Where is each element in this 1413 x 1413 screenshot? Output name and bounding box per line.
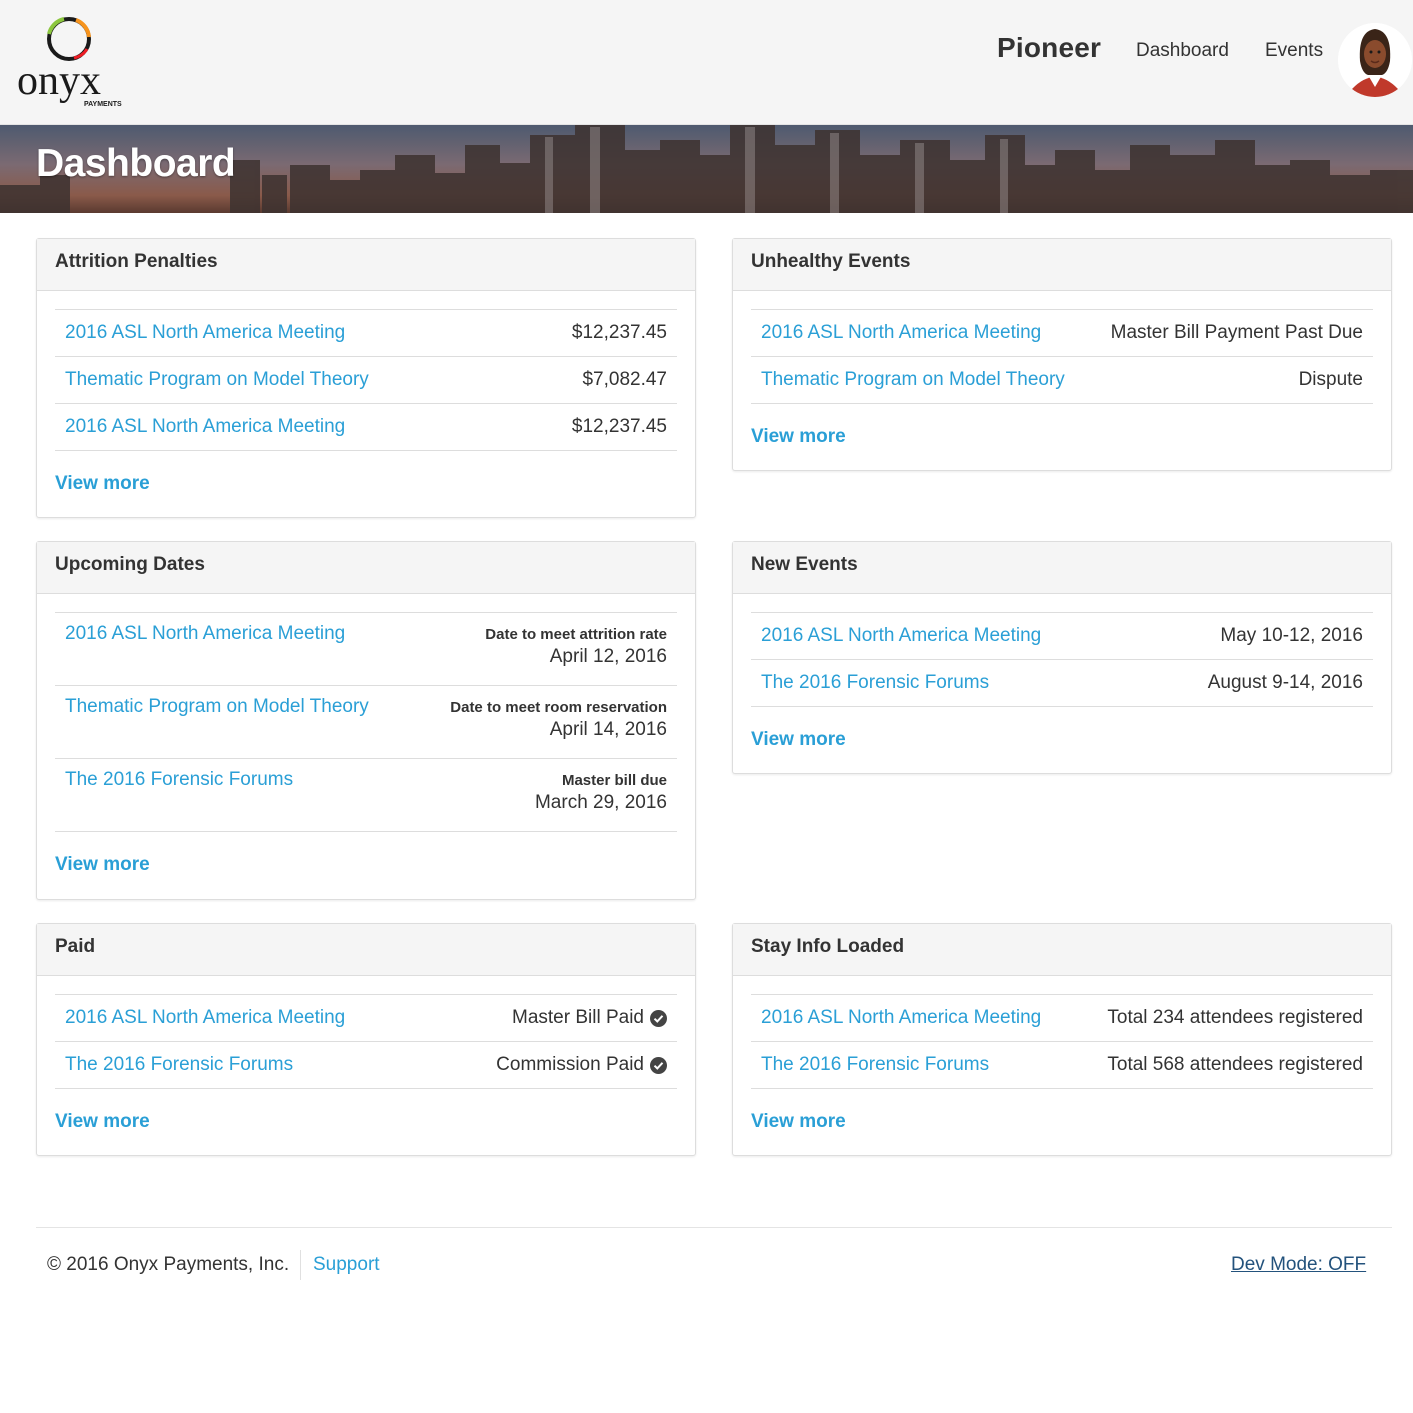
event-link[interactable]: The 2016 Forensic Forums xyxy=(65,1054,293,1076)
event-link[interactable]: Thematic Program on Model Theory xyxy=(65,696,369,718)
table-row: Thematic Program on Model Theory Dispute xyxy=(751,357,1373,404)
event-link[interactable]: 2016 ASL North America Meeting xyxy=(65,416,345,438)
new-events-panel: New Events 2016 ASL North America Meetin… xyxy=(732,541,1392,774)
penalty-amount: $12,237.45 xyxy=(571,322,667,343)
panel-title: Paid xyxy=(37,924,695,976)
page-banner: Dashboard xyxy=(0,125,1413,213)
support-link[interactable]: Support xyxy=(313,1254,380,1276)
table-row: Thematic Program on Model Theory Date to… xyxy=(55,686,677,759)
event-status: Master Bill Payment Past Due xyxy=(1110,322,1363,343)
view-more-link[interactable]: View more xyxy=(751,426,846,448)
panel-title: New Events xyxy=(733,542,1391,594)
panel-title: Upcoming Dates xyxy=(37,542,695,594)
event-link[interactable]: 2016 ASL North America Meeting xyxy=(761,625,1041,647)
date-label: Date to meet room reservation xyxy=(450,699,667,716)
event-link[interactable]: 2016 ASL North America Meeting xyxy=(761,322,1041,344)
view-more-link[interactable]: View more xyxy=(55,1111,150,1133)
copyright-text: © 2016 Onyx Payments, Inc. xyxy=(47,1254,290,1275)
table-row: 2016 ASL North America Meeting Total 234… xyxy=(751,995,1373,1042)
panel-title: Unhealthy Events xyxy=(733,239,1391,291)
page-title: Dashboard xyxy=(36,142,236,185)
date-info: Date to meet room reservation April 14, … xyxy=(450,696,667,741)
stay-info-panel: Stay Info Loaded 2016 ASL North America … xyxy=(732,923,1392,1156)
dev-mode-toggle[interactable]: Dev Mode: OFF xyxy=(1231,1254,1366,1276)
penalty-amount: $7,082.47 xyxy=(582,369,667,390)
event-link[interactable]: The 2016 Forensic Forums xyxy=(761,672,989,694)
table-row: 2016 ASL North America Meeting $12,237.4… xyxy=(55,310,677,357)
panel-title: Stay Info Loaded xyxy=(733,924,1391,976)
event-link[interactable]: Thematic Program on Model Theory xyxy=(761,369,1065,391)
panel-title: Attrition Penalties xyxy=(37,239,695,291)
event-link[interactable]: Thematic Program on Model Theory xyxy=(65,369,369,391)
table-row: The 2016 Forensic Forums Total 568 atten… xyxy=(751,1042,1373,1089)
svg-text:onyx: onyx xyxy=(17,58,101,104)
payment-status: Master Bill Paid xyxy=(512,1007,667,1029)
unhealthy-events-panel: Unhealthy Events 2016 ASL North America … xyxy=(732,238,1392,471)
nav-events[interactable]: Events xyxy=(1265,40,1323,62)
event-dates: August 9-14, 2016 xyxy=(1207,672,1363,693)
view-more-link[interactable]: View more xyxy=(751,729,846,751)
attendee-count: Total 568 attendees registered xyxy=(1107,1054,1363,1075)
user-avatar[interactable] xyxy=(1338,23,1412,97)
nav-dashboard[interactable]: Dashboard xyxy=(1136,40,1229,62)
table-row: Thematic Program on Model Theory $7,082.… xyxy=(55,357,677,404)
table-row: 2016 ASL North America Meeting May 10-12… xyxy=(751,613,1373,660)
event-status: Dispute xyxy=(1298,369,1363,390)
table-row: 2016 ASL North America Meeting Date to m… xyxy=(55,613,677,686)
table-row: 2016 ASL North America Meeting $12,237.4… xyxy=(55,404,677,451)
brand-name[interactable]: Pioneer xyxy=(997,32,1101,64)
view-more-link[interactable]: View more xyxy=(55,854,150,876)
event-link[interactable]: 2016 ASL North America Meeting xyxy=(761,1007,1041,1029)
event-link[interactable]: The 2016 Forensic Forums xyxy=(761,1054,989,1076)
event-link[interactable]: 2016 ASL North America Meeting xyxy=(65,623,345,645)
table-row: 2016 ASL North America Meeting Master Bi… xyxy=(55,995,677,1042)
attendee-count: Total 234 attendees registered xyxy=(1107,1007,1363,1028)
view-more-link[interactable]: View more xyxy=(751,1111,846,1133)
check-circle-icon xyxy=(650,1056,667,1074)
date-value: April 14, 2016 xyxy=(549,719,667,740)
date-info: Master bill due March 29, 2016 xyxy=(535,769,667,814)
footer-divider xyxy=(36,1227,1392,1228)
paid-panel: Paid 2016 ASL North America Meeting Mast… xyxy=(36,923,696,1156)
payment-status-label: Commission Paid xyxy=(496,1054,644,1075)
table-row: The 2016 Forensic Forums Commission Paid xyxy=(55,1042,677,1089)
penalty-amount: $12,237.45 xyxy=(571,416,667,437)
onyx-logo[interactable]: onyx PAYMENTS xyxy=(14,12,134,112)
check-circle-icon xyxy=(650,1009,667,1027)
table-row: The 2016 Forensic Forums August 9-14, 20… xyxy=(751,660,1373,707)
payment-status: Commission Paid xyxy=(496,1054,667,1076)
event-link[interactable]: The 2016 Forensic Forums xyxy=(65,769,293,791)
table-row: The 2016 Forensic Forums Master bill due… xyxy=(55,759,677,832)
attrition-penalties-panel: Attrition Penalties 2016 ASL North Ameri… xyxy=(36,238,696,518)
date-value: April 12, 2016 xyxy=(549,646,667,667)
top-navbar: onyx PAYMENTS Pioneer Dashboard Events xyxy=(0,0,1413,125)
date-label: Date to meet attrition rate xyxy=(485,626,667,643)
svg-text:PAYMENTS: PAYMENTS xyxy=(84,101,122,108)
view-more-link[interactable]: View more xyxy=(55,473,150,495)
event-link[interactable]: 2016 ASL North America Meeting xyxy=(65,322,345,344)
date-label: Master bill due xyxy=(561,772,667,789)
footer-separator xyxy=(300,1250,301,1280)
date-info: Date to meet attrition rate April 12, 20… xyxy=(485,623,667,668)
event-link[interactable]: 2016 ASL North America Meeting xyxy=(65,1007,345,1029)
date-value: March 29, 2016 xyxy=(534,792,667,813)
upcoming-dates-panel: Upcoming Dates 2016 ASL North America Me… xyxy=(36,541,696,900)
table-row: 2016 ASL North America Meeting Master Bi… xyxy=(751,310,1373,357)
event-dates: May 10-12, 2016 xyxy=(1220,625,1363,646)
payment-status-label: Master Bill Paid xyxy=(512,1007,644,1028)
